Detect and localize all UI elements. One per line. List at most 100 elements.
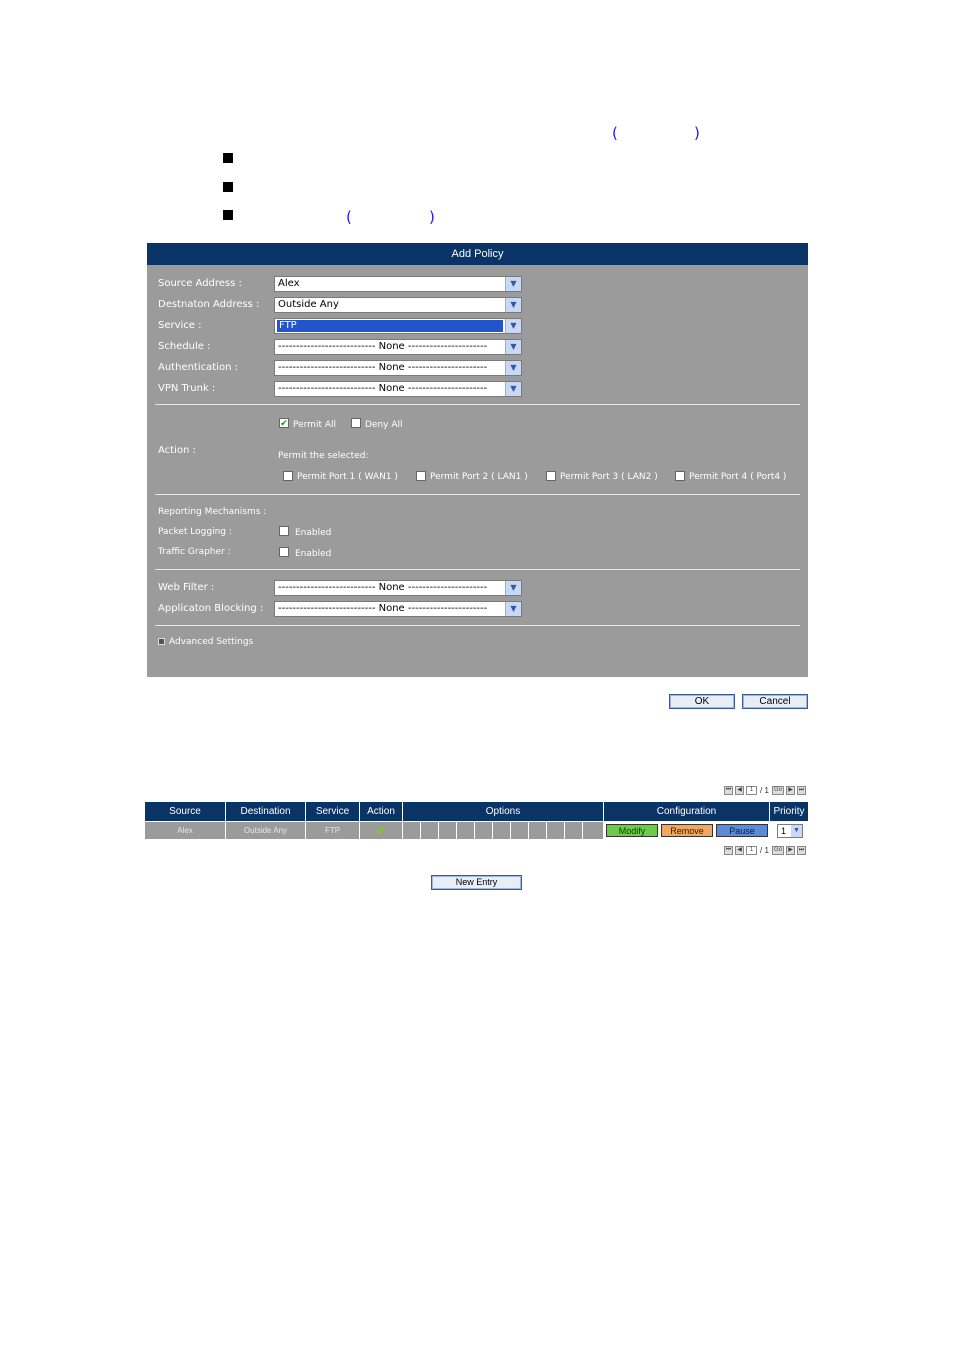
deny-all-checkbox[interactable]: [351, 418, 361, 428]
open-paren: (: [612, 124, 618, 142]
ok-button[interactable]: OK: [669, 694, 735, 709]
option-cell: [403, 822, 421, 839]
permit-all-checkbox[interactable]: ✔: [279, 418, 289, 428]
option-cell: [475, 822, 493, 839]
schedule-label: Schedule :: [158, 341, 211, 352]
source-address-label: Source Address :: [158, 278, 242, 289]
packet-logging-label: Packet Logging :: [158, 527, 232, 537]
priority-select[interactable]: 1 ▼: [777, 824, 803, 838]
last-page-icon[interactable]: ⏭: [797, 846, 806, 855]
col-options: Options: [403, 802, 604, 821]
close-paren: ): [429, 208, 435, 226]
authentication-select[interactable]: --------------------------- None -------…: [274, 360, 522, 376]
option-cell: [457, 822, 475, 839]
go-button[interactable]: Go: [772, 786, 784, 795]
action-label: Action :: [158, 445, 196, 456]
option-cell: [529, 822, 547, 839]
chevron-down-icon: ▼: [505, 581, 521, 595]
authentication-label: Authentication :: [158, 362, 238, 373]
go-button[interactable]: Go: [772, 846, 784, 855]
last-page-icon[interactable]: ⏭: [797, 786, 806, 795]
permit-port-2-checkbox[interactable]: [416, 471, 426, 481]
advanced-settings-link[interactable]: Advanced Settings: [169, 637, 253, 647]
prev-page-icon[interactable]: ◀: [735, 846, 744, 855]
modify-button[interactable]: Modify: [606, 824, 658, 837]
vpn-trunk-select[interactable]: --------------------------- None -------…: [274, 381, 522, 397]
bullet-3: [223, 210, 233, 220]
permit-port-3-label: Permit Port 3 ( LAN2 ): [560, 472, 658, 482]
check-icon: ✔: [375, 823, 387, 838]
col-destination: Destination: [226, 802, 306, 821]
permit-port-1-checkbox[interactable]: [283, 471, 293, 481]
next-page-icon[interactable]: ▶: [786, 846, 795, 855]
service-select[interactable]: FTP ▼: [274, 318, 522, 334]
chevron-down-icon: ▼: [505, 361, 521, 375]
reporting-label: Reporting Mechanisms :: [158, 507, 267, 517]
traffic-grapher-checkbox[interactable]: [279, 547, 289, 557]
add-policy-panel: Add Policy Source Address : Alex ▼ Destna…: [147, 243, 808, 677]
row-source: Alex: [145, 822, 226, 839]
cancel-button[interactable]: Cancel: [742, 694, 808, 709]
vpn-trunk-label: VPN Trunk :: [158, 383, 216, 394]
permit-port-3-checkbox[interactable]: [546, 471, 556, 481]
page-input[interactable]: 1: [746, 786, 757, 795]
packet-logging-enabled-label: Enabled: [295, 528, 332, 538]
traffic-grapher-label: Traffic Grapher :: [158, 547, 231, 557]
schedule-select[interactable]: --------------------------- None -------…: [274, 339, 522, 355]
service-label: Service :: [158, 320, 202, 331]
page-input[interactable]: 1: [746, 846, 757, 855]
next-page-icon[interactable]: ▶: [786, 786, 795, 795]
row-service: FTP: [306, 822, 360, 839]
app-blocking-select[interactable]: --------------------------- None -------…: [274, 601, 522, 617]
bullet-2: [223, 182, 233, 192]
page-total: / 1: [760, 846, 769, 855]
remove-button[interactable]: Remove: [661, 824, 713, 837]
app-blocking-label: Applicaton Blocking :: [158, 603, 264, 614]
col-service: Service: [306, 802, 360, 821]
destination-address-select[interactable]: Outside Any ▼: [274, 297, 522, 313]
divider: [155, 404, 800, 405]
pause-button[interactable]: Pause: [716, 824, 768, 837]
divider: [155, 625, 800, 626]
col-source: Source: [145, 802, 226, 821]
option-cell: [421, 822, 439, 839]
chevron-down-icon: ▼: [505, 277, 521, 291]
row-destination: Outside Any: [226, 822, 306, 839]
option-cell: [439, 822, 457, 839]
permit-all-label: Permit All: [293, 420, 337, 430]
col-configuration: Configuration: [604, 802, 770, 821]
chevron-down-icon: ▼: [505, 602, 521, 616]
permit-port-4-label: Permit Port 4 ( Port4 ): [689, 472, 787, 482]
permit-selected-label: Permit the selected:: [278, 451, 369, 461]
traffic-grapher-enabled-label: Enabled: [295, 549, 332, 559]
packet-logging-checkbox[interactable]: [279, 526, 289, 536]
deny-all-label: Deny All: [365, 420, 403, 430]
first-page-icon[interactable]: ⏮: [724, 786, 733, 795]
web-filter-select[interactable]: --------------------------- None -------…: [274, 580, 522, 596]
first-page-icon[interactable]: ⏮: [724, 846, 733, 855]
col-priority: Priority: [770, 802, 808, 821]
divider: [155, 494, 800, 495]
chevron-down-icon: ▼: [505, 298, 521, 312]
destination-address-label: Destnaton Address :: [158, 299, 260, 310]
chevron-down-icon: ▼: [505, 319, 521, 333]
row-action: ✔: [360, 822, 403, 839]
chevron-down-icon: ▼: [791, 825, 802, 837]
bullet-1: [223, 153, 233, 163]
option-cell: [493, 822, 511, 839]
chevron-down-icon: ▼: [505, 382, 521, 396]
permit-port-2-label: Permit Port 2 ( LAN1 ): [430, 472, 528, 482]
option-cell: [565, 822, 583, 839]
source-address-select[interactable]: Alex ▼: [274, 276, 522, 292]
expand-icon[interactable]: [158, 638, 165, 645]
chevron-down-icon: ▼: [505, 340, 521, 354]
option-cell: [511, 822, 529, 839]
divider: [155, 569, 800, 570]
prev-page-icon[interactable]: ◀: [735, 786, 744, 795]
option-cell: [547, 822, 565, 839]
permit-port-1-label: Permit Port 1 ( WAN1 ): [297, 472, 398, 482]
new-entry-button[interactable]: New Entry: [431, 875, 522, 890]
permit-port-4-checkbox[interactable]: [675, 471, 685, 481]
page-total: / 1: [760, 786, 769, 795]
col-action: Action: [360, 802, 403, 821]
